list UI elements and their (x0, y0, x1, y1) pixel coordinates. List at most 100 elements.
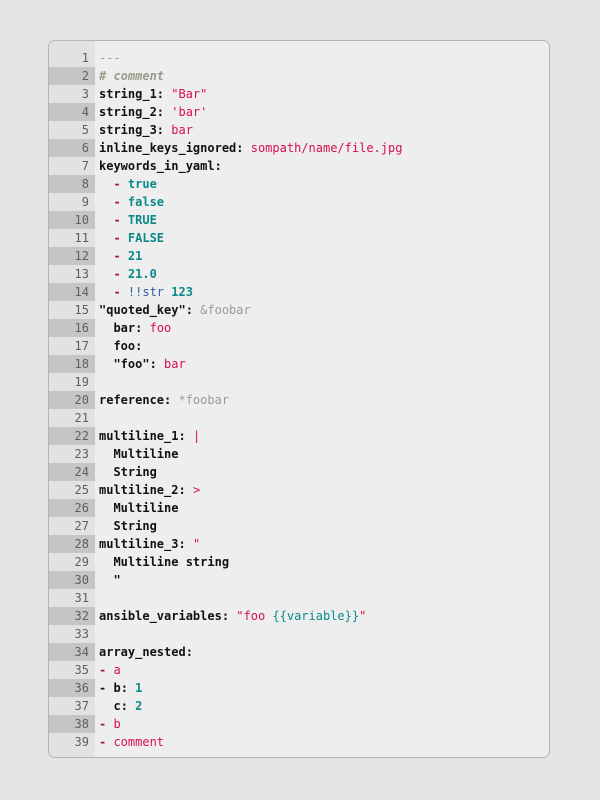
code-line: 30 " (49, 571, 549, 589)
line-number: 4 (49, 103, 95, 121)
line-content: - !!str 123 (99, 283, 193, 301)
code-token: string_1 (99, 87, 157, 101)
line-content: c: 2 (99, 697, 142, 715)
code-token: &foobar (200, 303, 251, 317)
code-line: 38- b (49, 715, 549, 733)
code-token: - (99, 717, 114, 731)
line-number: 27 (74, 519, 89, 533)
line-content: "foo": bar (99, 355, 185, 373)
line-content: Multiline string (99, 553, 229, 571)
code-token: bar (171, 123, 193, 137)
line-content: Multiline (99, 499, 178, 517)
code-token: FALSE (127, 231, 165, 245)
code-line: 32 ansible_variables: "foo {{variable}}" (49, 607, 549, 625)
code-token: true (127, 177, 157, 191)
code-line: 21 (49, 409, 549, 427)
line-number: 36 (49, 679, 95, 697)
line-number: 19 (74, 375, 89, 389)
line-content: - b: 1 (99, 679, 142, 697)
line-number: 39 (74, 735, 89, 749)
line-content: string_2: 'bar' (99, 103, 207, 121)
code-token: - (113, 285, 128, 299)
code-token: Multiline (99, 447, 179, 461)
code-token: : (135, 321, 150, 335)
code-line: 3 string_1: "Bar" (49, 85, 549, 103)
code-line: 19 (49, 373, 549, 391)
code-token: # comment (99, 69, 165, 83)
code-line: 31 (49, 589, 549, 607)
line-number: 24 (49, 463, 95, 481)
line-number: 38 (49, 715, 95, 733)
code-token: | (192, 429, 201, 443)
code-token: keywords_in_yaml (99, 159, 215, 173)
code-token: : (120, 681, 136, 695)
code-line: 16 bar: foo (49, 319, 549, 337)
line-content: bar: foo (99, 319, 171, 337)
line-content: inline_keys_ignored: sompath/name/file.j… (99, 139, 402, 157)
code-token: - (113, 231, 128, 245)
code-line: 33 (49, 625, 549, 643)
code-line: 4 string_2: 'bar' (49, 103, 549, 121)
code-token: c (113, 699, 121, 713)
line-number: 2 (49, 67, 95, 85)
line-content: foo: (99, 337, 142, 355)
line-number: 35 (74, 663, 89, 677)
code-token: !!str (127, 285, 165, 299)
code-token: - (113, 213, 128, 227)
line-content: String (99, 517, 157, 535)
line-number: 6 (49, 139, 95, 157)
line-number: 37 (74, 699, 89, 713)
code-line: 5 string_3: bar (49, 121, 549, 139)
code-line: 29 Multiline string (49, 553, 549, 571)
line-number: 13 (74, 267, 89, 281)
code-token: "foo (236, 609, 273, 623)
code-token: TRUE (127, 213, 157, 227)
code-token: Multiline (99, 501, 179, 515)
line-number: 20 (49, 391, 95, 409)
code-token: String (99, 465, 157, 479)
line-content: " (99, 571, 121, 589)
line-content: - b (99, 715, 121, 733)
code-token: foo (149, 321, 172, 335)
code-token: : (178, 537, 193, 551)
line-number: 17 (74, 339, 89, 353)
code-token: : (178, 429, 193, 443)
code-token: String (99, 519, 157, 533)
line-content: # comment (99, 67, 164, 85)
code-token: > (192, 483, 201, 497)
code-line: 13 - 21.0 (49, 265, 549, 283)
code-token: : (156, 87, 172, 101)
code-token: : (214, 159, 222, 173)
code-token: : (164, 393, 179, 407)
line-content: ansible_variables: "foo {{variable}}" (99, 607, 366, 625)
code-token: string_3 (99, 123, 157, 137)
line-number: 30 (49, 571, 95, 589)
code-token: " (359, 609, 367, 623)
code-token: " (99, 573, 121, 587)
code-token: foo (113, 339, 136, 353)
code-token: : (185, 303, 201, 317)
line-number: 14 (49, 283, 95, 301)
line-content: - 21 (99, 247, 142, 265)
code-token: reference (99, 393, 165, 407)
line-number: 28 (49, 535, 95, 553)
code-line: 14 - !!str 123 (49, 283, 549, 301)
code-line: 36- b: 1 (49, 679, 549, 697)
line-number: 29 (74, 555, 89, 569)
code-token: : (156, 105, 172, 119)
code-token: bar (113, 321, 136, 335)
code-token: b (113, 681, 121, 695)
line-content: - true (99, 175, 157, 193)
code-lines: 1 --- 2 # comment 3 string_1: "Bar" 4 string_2:… (49, 49, 549, 751)
code-line: 27 String (49, 517, 549, 535)
code-line: 12 - 21 (49, 247, 549, 265)
line-content: multiline_3: " (99, 535, 200, 553)
code-token: --- (99, 51, 121, 65)
code-token: sompath/name/file.jpg (250, 141, 403, 155)
code-line: 2 # comment (49, 67, 549, 85)
code-token: "Bar" (171, 87, 208, 101)
code-line: 18 "foo": bar (49, 355, 549, 373)
